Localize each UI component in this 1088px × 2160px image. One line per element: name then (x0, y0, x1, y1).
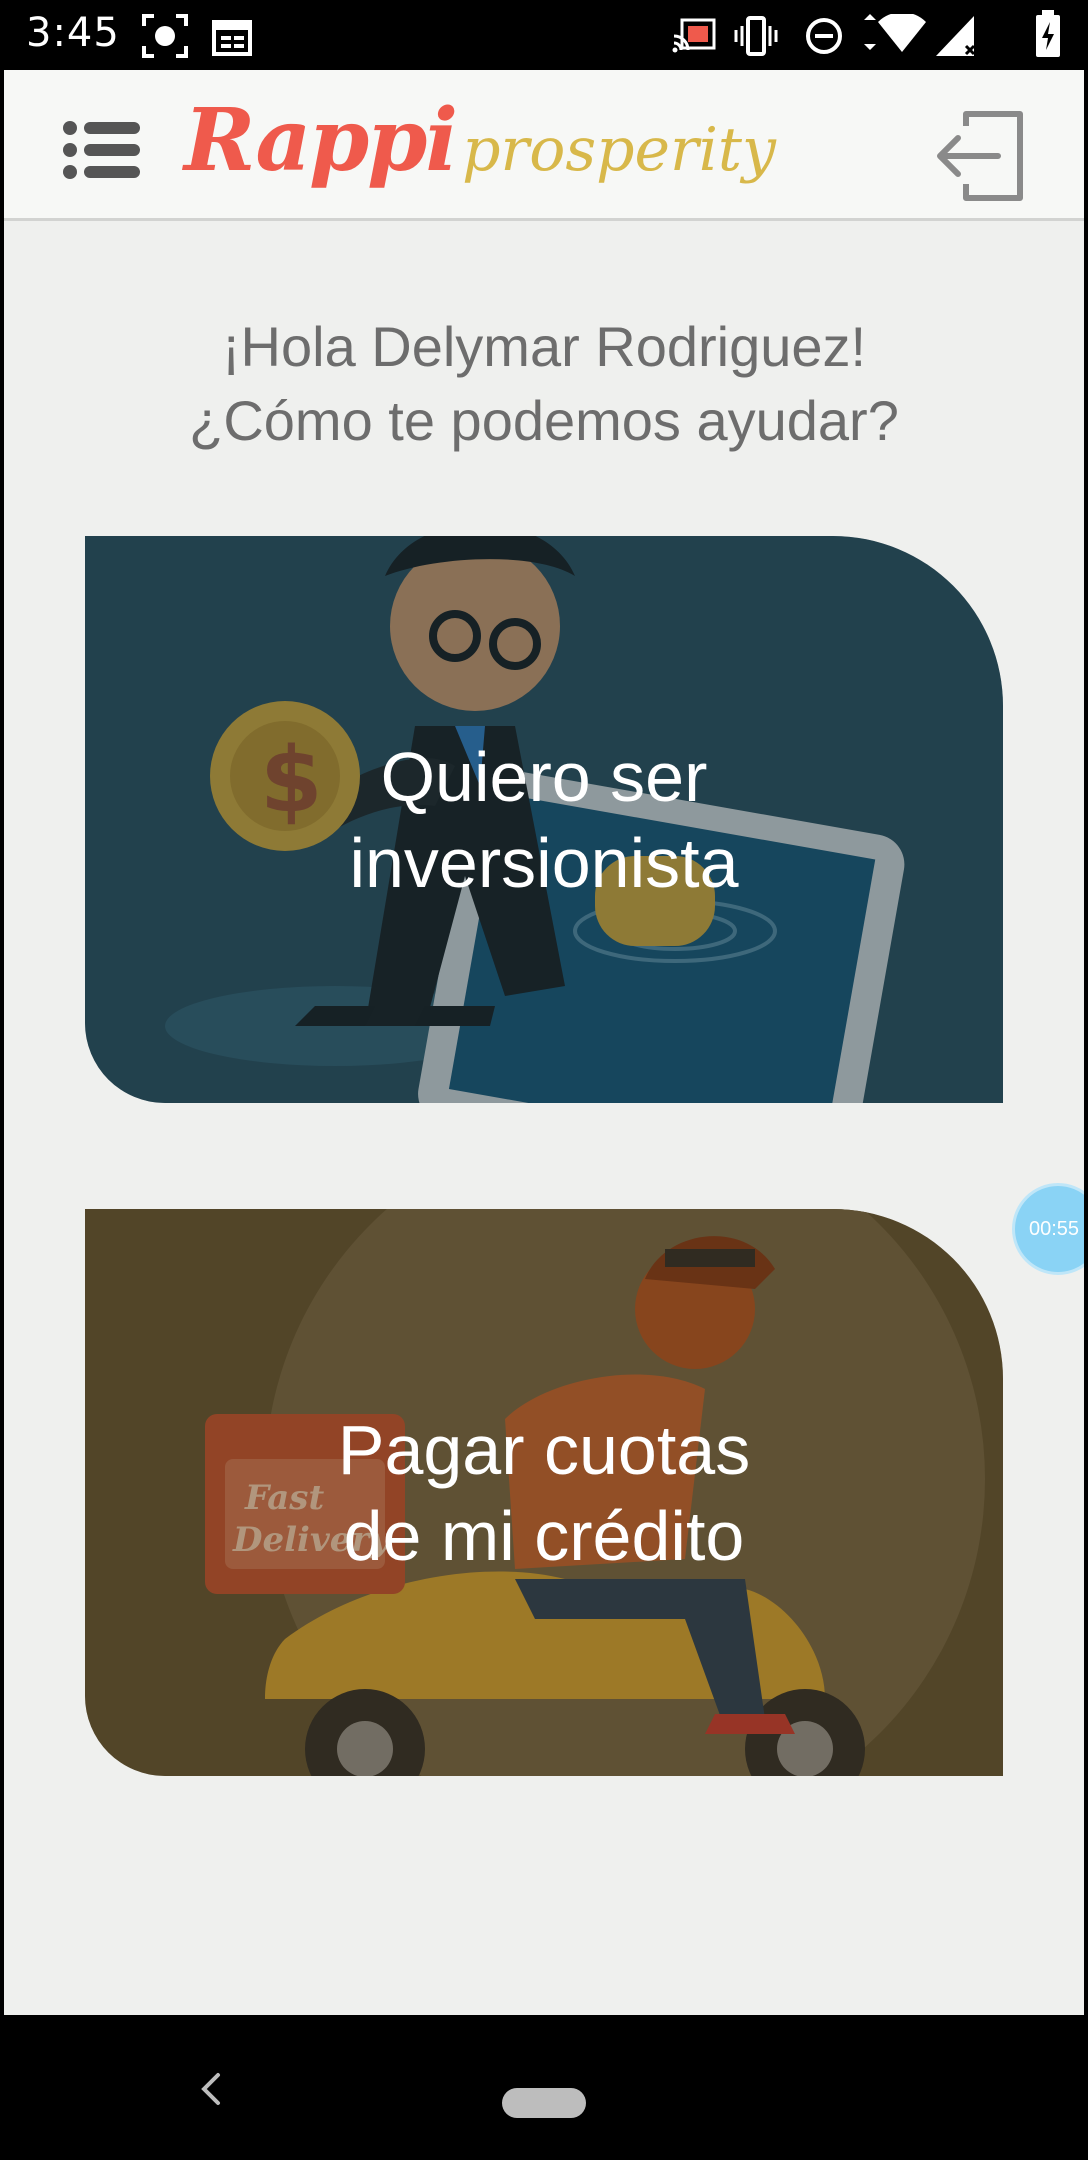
greeting: ¡Hola Delymar Rodriguez! ¿Cómo te podemo… (4, 310, 1084, 458)
status-time: 3:45 (26, 10, 120, 56)
pay-credit-card-line-1: Pagar cuotas (337, 1410, 751, 1489)
top-app-bar: Rappi prosperity (4, 70, 1084, 221)
do-not-disturb-icon (806, 18, 842, 54)
greeting-line-2: ¿Cómo te podemos ayudar? (189, 389, 899, 452)
cast-icon (672, 18, 716, 53)
logout-icon[interactable] (934, 104, 1034, 204)
app-screen: Rappi prosperity ¡Hola Delymar Rodriguez… (4, 70, 1084, 2015)
wifi-icon (864, 14, 926, 52)
list-menu-icon[interactable] (62, 120, 142, 180)
app-logo: Rappi prosperity (184, 90, 776, 200)
investor-card-line-2: inversionista (349, 823, 739, 902)
vibrate-icon (734, 16, 778, 56)
home-pill-icon[interactable] (502, 2088, 586, 2118)
logo-prosperity-text: prosperity (462, 115, 776, 185)
pay-credit-card-line-2: de mi crédito (343, 1496, 745, 1575)
battery-icon (1036, 10, 1060, 57)
signal-icon (936, 16, 976, 56)
investor-card-line-1: Quiero ser (380, 737, 708, 816)
greeting-line-1: ¡Hola Delymar Rodriguez! (221, 315, 867, 378)
logo-rappi-text: Rappi (184, 90, 458, 191)
system-nav-bar (0, 2015, 1088, 2160)
pay-credit-card[interactable]: Fast Delivery Pagar cuotas de mi crédito (85, 1209, 1003, 1776)
timer-bubble[interactable]: 00:55 (1012, 1183, 1084, 1275)
pay-credit-card-label: Pagar cuotas de mi crédito (85, 1209, 1003, 1776)
screenshot-icon (142, 14, 188, 58)
calendar-icon (212, 20, 252, 56)
status-bar: 3:45 (0, 0, 1088, 70)
investor-card[interactable]: $ Quiero ser inversionista (85, 536, 1003, 1103)
investor-card-label: Quiero ser inversionista (85, 536, 1003, 1103)
back-chevron-icon[interactable] (196, 2069, 226, 2109)
